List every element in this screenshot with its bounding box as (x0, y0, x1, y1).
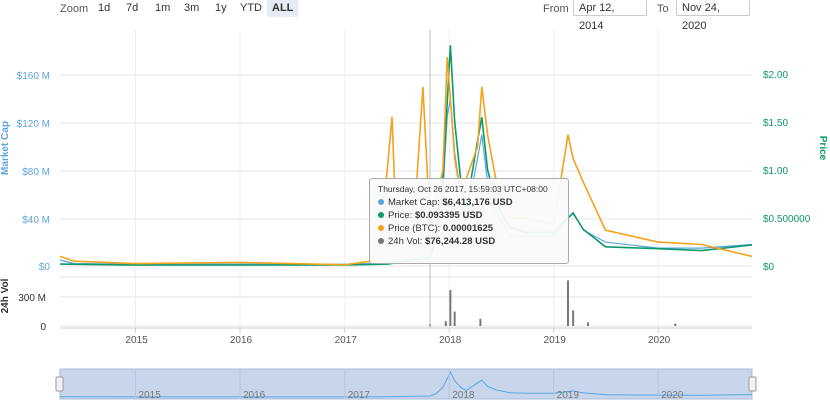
navigator-left-handle[interactable] (55, 376, 64, 392)
tooltip-value: $6,413,176 USD (442, 197, 513, 208)
market-cap-axis-title: Market Cap (0, 121, 11, 175)
navigator-tick-label: 2018 (452, 390, 475, 400)
tooltip-row-price: Price: $0.093395 USD (378, 209, 560, 222)
x-tick-label: 2015 (125, 335, 148, 346)
tooltip-row-price-btc: Price (BTC): 0.00001625 (378, 222, 560, 235)
volume-bar (566, 280, 569, 326)
volume-bar (674, 323, 677, 326)
volume-axis-title: 24h Vol (0, 278, 11, 313)
volume-bar (444, 321, 447, 326)
x-tick-label: 2020 (648, 335, 671, 346)
price-tick: $0 (763, 262, 775, 273)
navigator-tick-label: 2015 (139, 390, 162, 400)
tooltip-value: $76,244.28 USD (424, 236, 496, 247)
x-axis-ticks: 2015 2016 2017 2018 2019 2020 (125, 328, 671, 346)
market-cap-tick: $80 M (22, 167, 50, 178)
tooltip-value: $0.093395 USD (414, 210, 483, 221)
navigator-tick-label: 2020 (661, 390, 684, 400)
market-cap-tick: $40 M (22, 215, 50, 226)
volume-bar (479, 318, 482, 326)
tooltip-row-market-cap: Market Cap: $6,413,176 USD (378, 196, 560, 209)
market-cap-tick: $120 M (17, 119, 50, 130)
price-tick: $2.00 (763, 70, 788, 81)
tooltip-row-volume: 24h Vol: $76,244.28 USD (378, 235, 560, 248)
volume-axis: 0 300 M (18, 293, 46, 333)
price-btc-dot-icon (378, 225, 384, 232)
x-tick-label: 2018 (439, 335, 462, 346)
market-cap-tick: $160 M (17, 71, 50, 82)
volume-tick: 300 M (18, 293, 46, 304)
navigator-tick-label: 2017 (348, 390, 371, 400)
price-dot-icon (378, 212, 384, 219)
price-axis-title: Price (817, 136, 828, 161)
navigator-selection[interactable] (59, 368, 753, 400)
price-tick: $1.00 (763, 166, 788, 177)
volume-bars (429, 280, 677, 326)
volume-bar (572, 310, 575, 326)
market-cap-tick: $0 (39, 262, 51, 273)
navigator-tick-label: 2016 (243, 390, 266, 400)
price-tick: $1.50 (763, 118, 788, 129)
market-cap-axis: $0 $40 M $80 M $120 M $160 M (17, 71, 51, 273)
tooltip-value: 0.00001625 (442, 223, 494, 234)
market-cap-dot-icon (378, 199, 384, 206)
volume-dot-icon (378, 238, 384, 245)
volume-bar (453, 311, 456, 326)
x-tick-label: 2017 (335, 335, 358, 346)
volume-tick: 0 (40, 322, 46, 333)
price-axis: $0 $0.500000 $1.00 $1.50 $2.00 (763, 70, 811, 273)
navigator-tick-label: 2019 (557, 390, 580, 400)
tooltip-label: Price: (388, 210, 413, 221)
x-tick-label: 2016 (230, 335, 253, 346)
data-tooltip: Thursday, Oct 26 2017, 15:59:03 UTC+08:0… (369, 178, 569, 264)
x-tick-label: 2019 (544, 335, 567, 346)
tooltip-label: 24h Vol: (388, 236, 423, 247)
price-tick: $0.500000 (763, 214, 811, 225)
volume-bar (449, 290, 452, 326)
volume-bar (587, 322, 590, 326)
tooltip-label: Market Cap: (388, 197, 440, 208)
tooltip-timestamp: Thursday, Oct 26 2017, 15:59:03 UTC+08:0… (378, 184, 548, 194)
tooltip-label: Price (BTC): (388, 223, 441, 234)
navigator-right-handle[interactable] (748, 376, 757, 392)
